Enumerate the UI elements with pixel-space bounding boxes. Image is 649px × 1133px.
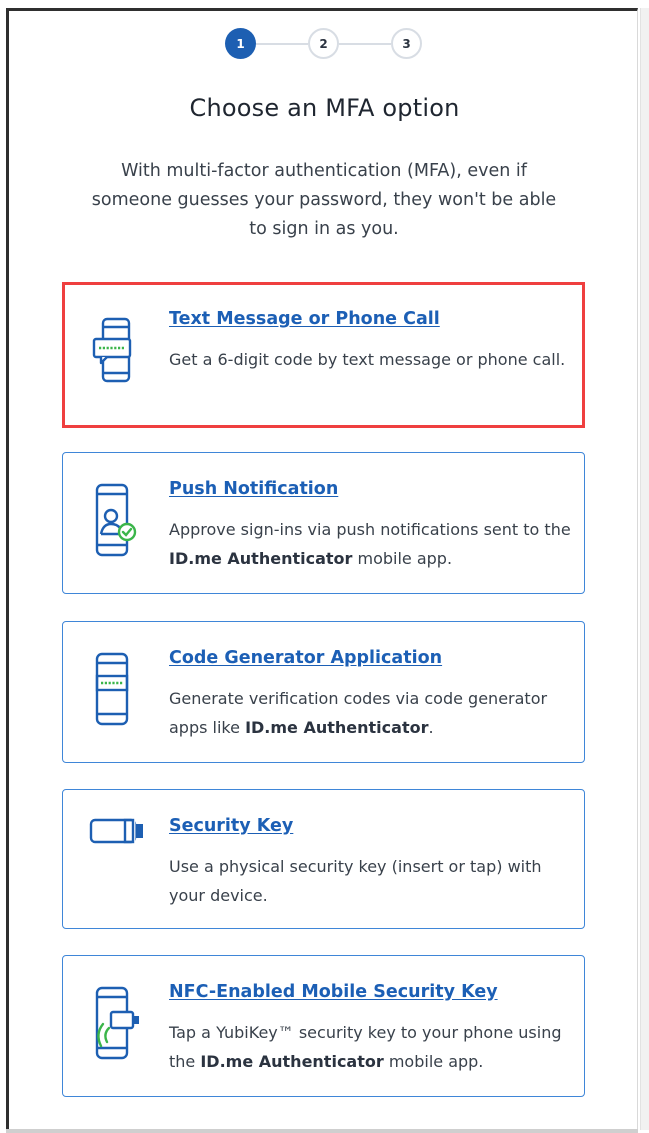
option-description-app-name: ID.me Authenticator <box>245 718 429 737</box>
option-description: Use a physical security key (insert or t… <box>169 852 571 910</box>
option-description-text: Use a physical security key (insert or t… <box>169 857 542 905</box>
mfa-option-text-message[interactable]: Text Message or Phone Call Get a 6-digit… <box>62 282 585 428</box>
option-description-text: . <box>428 718 434 737</box>
bottom-divider <box>6 1129 638 1133</box>
mfa-option-push-notification[interactable]: Push Notification Approve sign-ins via p… <box>62 452 585 594</box>
usb-key-icon <box>89 816 143 902</box>
option-description: Approve sign-ins via push notifications … <box>169 515 571 573</box>
mfa-option-code-generator[interactable]: Code Generator Application Generate veri… <box>62 621 585 763</box>
page-subtitle: With multi-factor authentication (MFA), … <box>91 161 557 239</box>
phone-code-icon <box>89 648 143 734</box>
option-title[interactable]: Code Generator Application <box>169 648 442 668</box>
option-description-text: Get a 6-digit code by text message or ph… <box>169 350 566 369</box>
option-description-text: mobile app. <box>352 549 453 568</box>
option-title[interactable]: Push Notification <box>169 479 338 499</box>
option-description: Get a 6-digit code by text message or ph… <box>169 345 571 374</box>
phone-user-check-icon <box>89 479 143 565</box>
mfa-option-security-key[interactable]: Security Key Use a physical security key… <box>62 789 585 929</box>
step-1-indicator: 1 <box>225 28 256 59</box>
page-title: Choose an MFA option <box>189 94 460 122</box>
option-description: Tap a YubiKey™ security key to your phon… <box>169 1018 571 1076</box>
option-description-app-name: ID.me Authenticator <box>200 1052 384 1071</box>
mfa-option-nfc-security-key[interactable]: NFC-Enabled Mobile Security Key Tap a Yu… <box>62 955 585 1097</box>
option-description: Generate verification codes via code gen… <box>169 684 571 742</box>
phone-message-icon <box>89 309 143 395</box>
option-description-app-name: ID.me Authenticator <box>169 549 353 568</box>
progress-stepper: 1 2 3 <box>222 28 426 62</box>
stepper-connector <box>256 43 308 45</box>
option-title[interactable]: Text Message or Phone Call <box>169 309 440 329</box>
step-3-indicator: 3 <box>391 28 422 59</box>
phone-nfc-key-icon <box>89 982 143 1068</box>
step-2-indicator: 2 <box>308 28 339 59</box>
option-description-text: mobile app. <box>383 1052 484 1071</box>
option-description-text: Approve sign-ins via push notifications … <box>169 520 571 539</box>
option-title[interactable]: Security Key <box>169 816 293 836</box>
option-title[interactable]: NFC-Enabled Mobile Security Key <box>169 982 498 1002</box>
stepper-connector <box>339 43 391 45</box>
scrollbar[interactable] <box>640 8 649 1130</box>
